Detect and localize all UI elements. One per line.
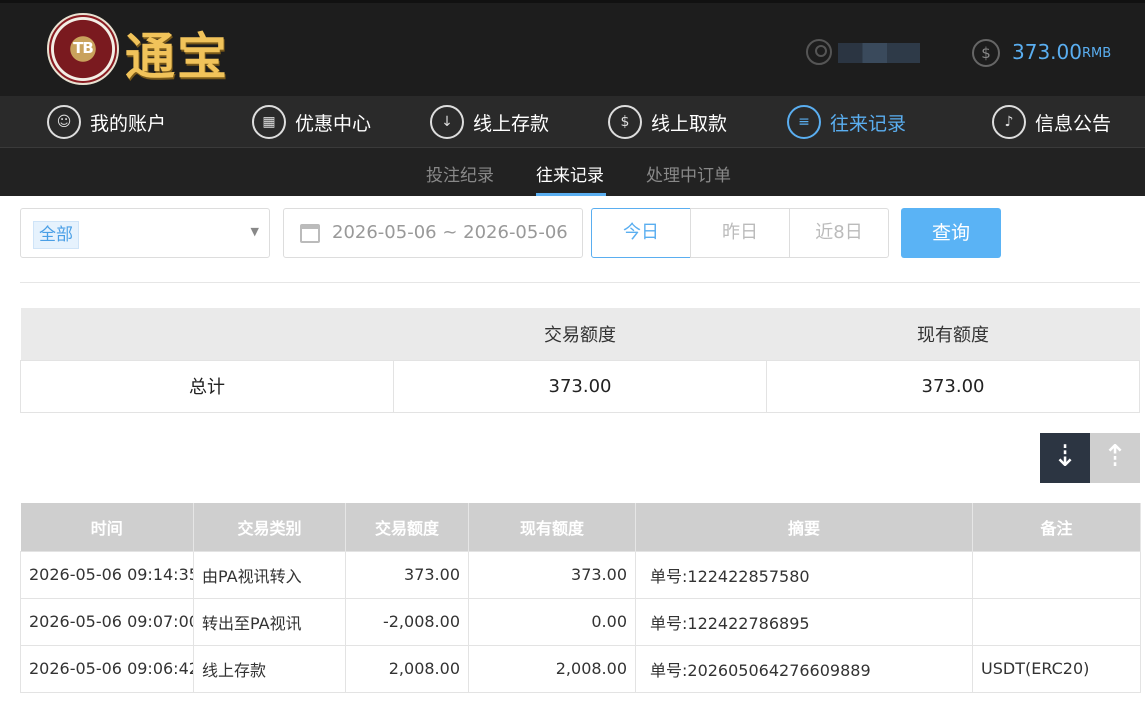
active-tab-indicator	[536, 193, 606, 196]
cell-remark: USDT(ERC20)	[972, 644, 1141, 693]
sub-nav: 投注纪录 往来记录 处理中订单	[0, 148, 1145, 196]
cell-amount: 2,008.00	[345, 644, 469, 693]
today-button[interactable]: 今日	[591, 208, 691, 258]
logo-text[interactable]: 通宝	[125, 17, 229, 89]
nav-label: 往来记录	[830, 112, 907, 135]
yesterday-button[interactable]: 昨日	[690, 208, 790, 258]
col-header-remark[interactable]: 备注	[972, 503, 1141, 551]
cell-time: 2026-05-06 09:06:42	[20, 644, 194, 693]
cell-summary: 单号:122422857580	[635, 550, 973, 599]
summary-header-empty	[20, 308, 394, 360]
date-range-picker[interactable]: 2026-05-06 ~ 2026-05-06	[283, 208, 583, 258]
col-header-category[interactable]: 交易类别	[193, 503, 346, 551]
wallet-balance: 373.00	[1012, 40, 1082, 64]
records-table: 时间 交易类别 交易额度 现有额度 摘要 备注 2026-05-06 09:14…	[20, 503, 1141, 693]
cell-summary: 单号:122422786895	[635, 597, 973, 646]
query-button[interactable]: 查询	[901, 208, 1001, 258]
cell-amount: 373.00	[345, 550, 469, 599]
nav-label: 信息公告	[1035, 112, 1112, 135]
nav-my-account[interactable]: ☺ 我的账户	[47, 104, 166, 140]
summary-current-amount: 373.00	[766, 359, 1140, 413]
summary-header-current: 现有额度	[766, 308, 1140, 360]
logo-chip-icon[interactable]: TB	[47, 13, 119, 85]
cell-category: 线上存款	[193, 644, 346, 693]
records-icon: ≡	[787, 105, 821, 139]
sort-descending-icon[interactable]: ⇣	[1040, 433, 1090, 483]
cell-category: 转出至PA视讯	[193, 597, 346, 646]
cell-time: 2026-05-06 09:14:35	[20, 550, 194, 599]
transaction-type-select[interactable]: 全部 ▼	[20, 208, 270, 258]
table-row: 2026-05-06 09:06:42 线上存款 2,008.00 2,008.…	[20, 644, 1141, 693]
nav-announcements[interactable]: ♪ 信息公告	[992, 104, 1111, 140]
nav-withdraw[interactable]: $ 线上取款	[608, 104, 727, 140]
cell-remark	[972, 597, 1141, 646]
nav-label: 线上取款	[651, 112, 728, 135]
top-header: TB 通宝 $ 373.00 RMB	[0, 0, 1145, 96]
table-row: 2026-05-06 09:07:00 转出至PA视讯 -2,008.00 0.…	[20, 597, 1141, 646]
col-header-balance[interactable]: 现有额度	[468, 503, 636, 551]
deposit-icon: ↓	[430, 105, 464, 139]
cell-time: 2026-05-06 09:07:00	[20, 597, 194, 646]
main-nav: ☺ 我的账户 ▦ 优惠中心 ↓ 线上存款 $ 线上取款 ≡ 往来记录 ♪ 信息公…	[0, 96, 1145, 148]
nav-label: 我的账户	[90, 112, 167, 135]
nav-deposit[interactable]: ↓ 线上存款	[430, 104, 549, 140]
sort-ascending-icon[interactable]: ⇡	[1090, 433, 1140, 483]
summary-table: 交易额度 现有额度 总计 373.00 373.00	[20, 308, 1140, 413]
username-masked	[838, 43, 920, 63]
summary-transaction-amount: 373.00	[393, 359, 767, 413]
last-8-days-button[interactable]: 近8日	[789, 208, 889, 258]
bell-icon: ♪	[992, 105, 1026, 139]
dollar-coin-icon: $	[972, 39, 1000, 67]
cell-balance: 0.00	[468, 597, 636, 646]
cell-category: 由PA视讯转入	[193, 550, 346, 599]
cell-balance: 2,008.00	[468, 644, 636, 693]
table-row: 2026-05-06 09:14:35 由PA视讯转入 373.00 373.0…	[20, 550, 1141, 599]
date-range-value: 2026-05-06 ~ 2026-05-06	[332, 222, 568, 243]
selected-type-tag[interactable]: 全部	[33, 221, 79, 249]
logo-badge: TB	[73, 39, 94, 57]
col-header-amount[interactable]: 交易额度	[345, 503, 469, 551]
withdraw-icon: $	[608, 105, 642, 139]
cell-summary: 单号:202605064276609889	[635, 644, 973, 693]
balance-currency: RMB	[1082, 46, 1112, 61]
nav-records[interactable]: ≡ 往来记录	[787, 104, 906, 140]
summary-header-transaction: 交易额度	[393, 308, 767, 360]
col-header-time[interactable]: 时间	[20, 503, 194, 551]
cell-remark	[972, 550, 1141, 599]
tab-transaction-records[interactable]: 往来记录	[536, 161, 604, 186]
tab-pending-orders[interactable]: 处理中订单	[646, 161, 731, 186]
user-icon: ☺	[47, 105, 81, 139]
chevron-down-icon: ▼	[250, 225, 259, 238]
cell-amount: -2,008.00	[345, 597, 469, 646]
nav-label: 线上存款	[473, 112, 550, 135]
col-header-summary[interactable]: 摘要	[635, 503, 973, 551]
summary-total-label: 总计	[20, 359, 394, 413]
cell-balance: 373.00	[468, 550, 636, 599]
tab-bet-records[interactable]: 投注纪录	[426, 161, 494, 186]
user-avatar-icon[interactable]	[806, 39, 832, 65]
nav-label: 优惠中心	[295, 112, 372, 135]
gift-icon: ▦	[252, 105, 286, 139]
divider	[20, 282, 1140, 283]
nav-promotions[interactable]: ▦ 优惠中心	[252, 104, 371, 140]
calendar-icon	[300, 224, 320, 243]
